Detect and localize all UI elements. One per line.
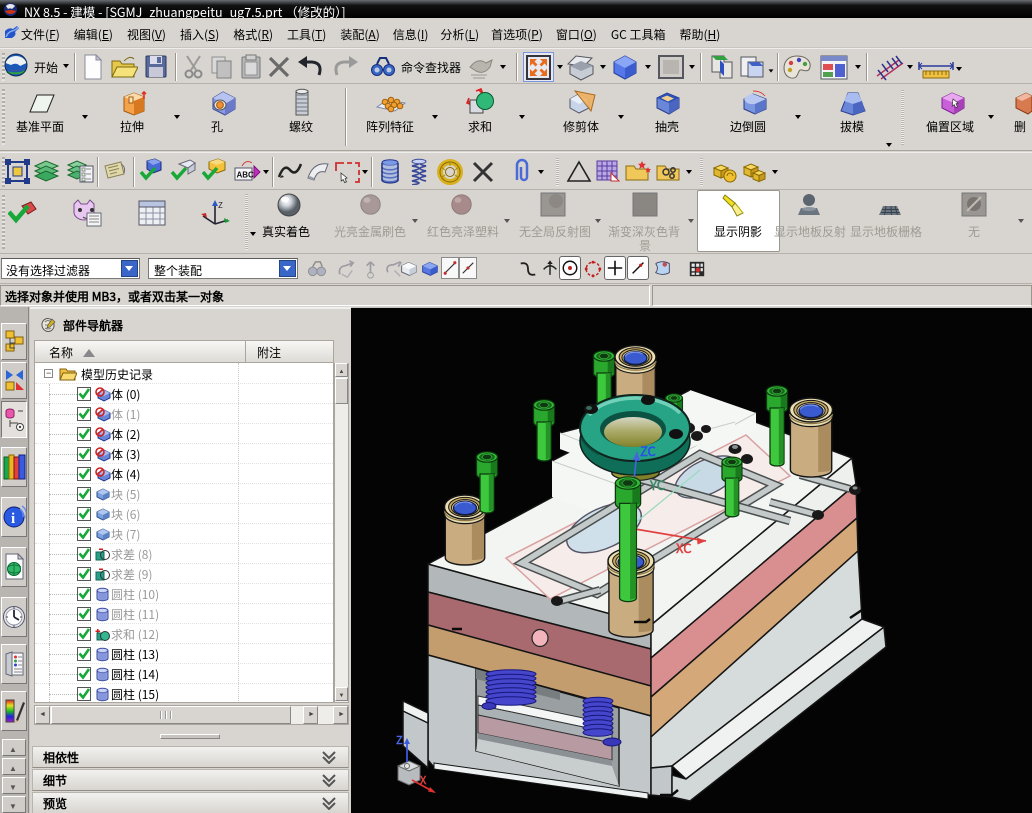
svg-text:i: i — [11, 511, 15, 527]
svg-text:Z: Z — [396, 732, 403, 748]
svg-text:Z: Z — [218, 200, 223, 211]
svg-text:ZC: ZC — [640, 441, 657, 460]
svg-text:X: X — [419, 772, 427, 788]
svg-text:ABC: ABC — [237, 171, 255, 180]
svg-text:XC: XC — [675, 538, 692, 557]
svg-text:YC: YC — [649, 475, 666, 494]
